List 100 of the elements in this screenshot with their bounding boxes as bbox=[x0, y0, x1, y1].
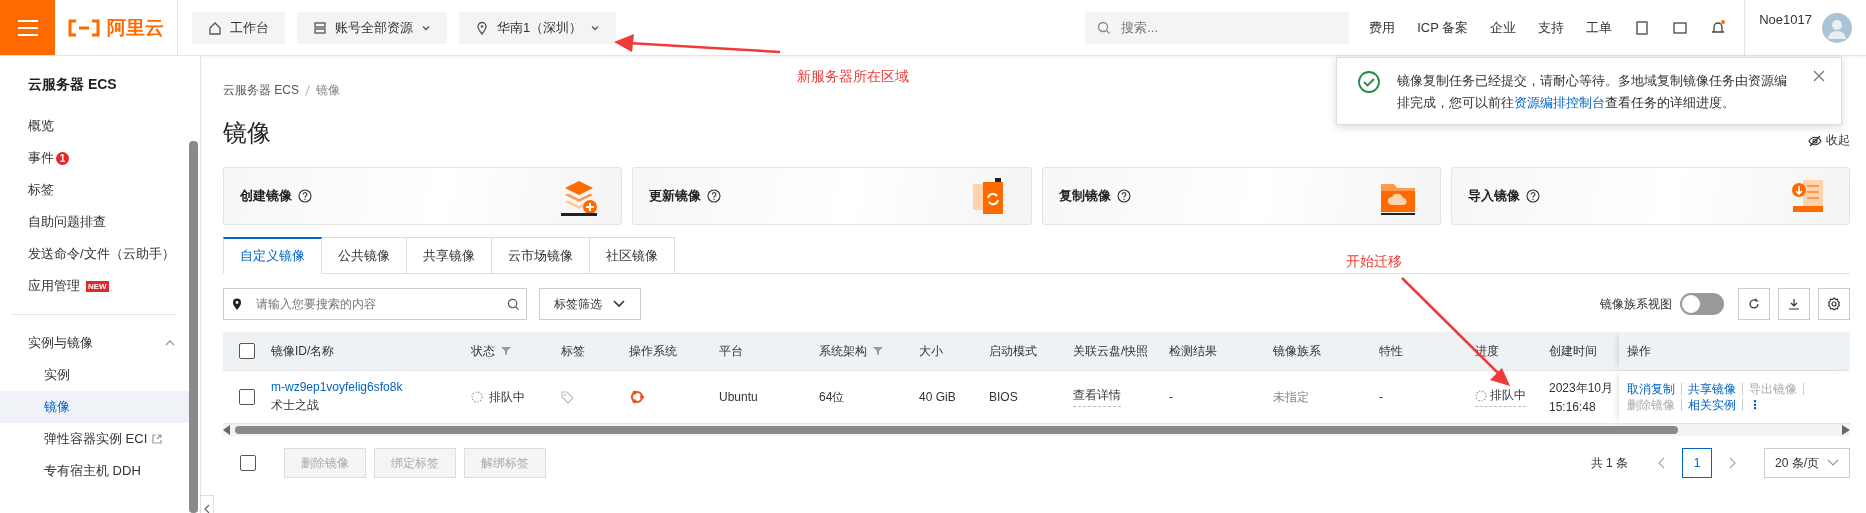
search-input[interactable]: 搜索... bbox=[1119, 19, 1338, 36]
tab[interactable]: 社区镜像 bbox=[590, 237, 675, 274]
nav-button[interactable]: 工作台 bbox=[192, 11, 285, 44]
page-button[interactable]: 1 bbox=[1682, 448, 1712, 478]
nav-button[interactable]: 账号全部资源 bbox=[297, 11, 447, 44]
checkbox[interactable] bbox=[239, 389, 255, 405]
table-cell: - bbox=[1169, 390, 1173, 404]
document-icon[interactable] bbox=[1634, 19, 1651, 36]
column-header: 操作 bbox=[1627, 342, 1651, 360]
location-pin-icon bbox=[230, 297, 244, 311]
sidebar-item[interactable]: 概览 bbox=[0, 110, 192, 142]
action-link[interactable]: 取消复制 bbox=[1627, 383, 1682, 395]
spinner-icon bbox=[1475, 389, 1487, 402]
column-header: 检测结果 bbox=[1169, 342, 1217, 360]
column-header: 标签 bbox=[561, 342, 585, 360]
breadcrumb-item[interactable]: 云服务器 ECS bbox=[223, 82, 299, 99]
action-card[interactable]: 更新镜像 bbox=[632, 167, 1032, 225]
top-nav-link[interactable]: 企业 bbox=[1490, 18, 1517, 37]
page-title: 镜像 bbox=[223, 118, 271, 148]
action-card[interactable]: 导入镜像 bbox=[1450, 167, 1850, 225]
ubuntu-logo-icon bbox=[629, 389, 645, 405]
user-name[interactable]: Noe1017 bbox=[1759, 12, 1812, 27]
scroll-right-icon[interactable] bbox=[1842, 425, 1850, 435]
top-nav-link[interactable]: 费用 bbox=[1369, 18, 1396, 37]
column-header: 镜像族系 bbox=[1273, 342, 1321, 360]
message-icon[interactable] bbox=[1672, 19, 1689, 36]
sidebar-item[interactable]: 弹性容器实例 ECI bbox=[0, 423, 192, 455]
sidebar-item[interactable]: 实例 bbox=[0, 359, 192, 391]
column-header: 关联云盘/快照 bbox=[1073, 342, 1149, 360]
nav-button[interactable]: 华南1（深圳） bbox=[459, 11, 617, 44]
filter-icon[interactable] bbox=[501, 346, 511, 356]
page-size-select[interactable]: 20 条/页 bbox=[1764, 448, 1850, 478]
details-link[interactable]: 查看详情 bbox=[1073, 387, 1121, 407]
tab[interactable]: 自定义镜像 bbox=[223, 237, 322, 274]
table-cell: 2023年10月 bbox=[1549, 380, 1614, 397]
spinner-icon bbox=[471, 391, 483, 403]
search-field[interactable]: 搜索... bbox=[1085, 11, 1350, 44]
sidebar-item[interactable]: 发送命令/文件（云助手） bbox=[0, 238, 192, 270]
refresh-button[interactable] bbox=[1738, 288, 1770, 320]
top-nav-link[interactable]: 工单 bbox=[1586, 18, 1613, 37]
column-header: 大小 bbox=[919, 342, 943, 360]
search-field[interactable]: 请输入您要搜索的内容 bbox=[223, 288, 527, 320]
checkbox[interactable] bbox=[239, 343, 255, 359]
tab[interactable]: 云市场镜像 bbox=[492, 237, 590, 274]
top-nav-link[interactable]: ICP 备案 bbox=[1417, 18, 1469, 37]
console-link[interactable]: 资源编排控制台 bbox=[1514, 95, 1605, 110]
column-header: 镜像ID/名称 bbox=[271, 342, 335, 360]
progress-status[interactable]: 排队中 bbox=[1475, 387, 1526, 407]
settings-button[interactable] bbox=[1818, 288, 1850, 320]
menu-button[interactable] bbox=[0, 0, 55, 55]
chevron-icon bbox=[203, 504, 211, 513]
table-cell: - bbox=[1379, 390, 1383, 404]
tab[interactable]: 公共镜像 bbox=[322, 237, 407, 274]
total-count: 共 1 条 bbox=[1590, 454, 1628, 472]
table-cell: 排队中 bbox=[489, 388, 525, 406]
toggle-switch[interactable] bbox=[1680, 293, 1724, 315]
action-link[interactable]: 共享镜像 bbox=[1682, 383, 1743, 395]
column-header: 操作系统 bbox=[629, 342, 677, 360]
search-icon[interactable] bbox=[507, 297, 520, 311]
tag-icon[interactable] bbox=[561, 390, 574, 404]
sidebar-item[interactable]: 专有宿主机 DDH bbox=[0, 455, 192, 487]
checkbox[interactable] bbox=[240, 455, 256, 471]
column-header: 特性 bbox=[1379, 342, 1403, 360]
help-icon bbox=[707, 189, 722, 203]
tag-filter-dropdown[interactable]: 标签筛选 bbox=[539, 288, 641, 320]
table-cell: 术士之战 bbox=[271, 397, 319, 414]
count-badge: 1 bbox=[56, 151, 69, 165]
sidebar-item[interactable]: 自助问题排查 bbox=[0, 206, 192, 238]
search-input[interactable]: 请输入您要搜索的内容 bbox=[254, 296, 497, 312]
sidebar-item[interactable]: 镜像 bbox=[0, 391, 192, 423]
image-id-link[interactable]: m-wz9ep1voyfelig6sfo8k bbox=[271, 380, 403, 394]
filter-icon[interactable] bbox=[873, 346, 883, 356]
column-header: 系统架构 bbox=[819, 342, 867, 360]
menu-icon bbox=[16, 18, 39, 37]
scroll-left-icon[interactable] bbox=[223, 425, 231, 435]
collapse-link[interactable]: 收起 bbox=[1808, 132, 1850, 149]
action-card[interactable]: 创建镜像 bbox=[223, 167, 623, 225]
download-icon bbox=[1787, 297, 1801, 311]
help-icon bbox=[298, 189, 312, 203]
scrollbar[interactable] bbox=[189, 141, 198, 513]
horizontal-scrollbar[interactable] bbox=[223, 424, 1850, 436]
action-card[interactable]: 复制镜像 bbox=[1041, 167, 1441, 225]
tab[interactable]: 共享镜像 bbox=[407, 237, 492, 274]
download-button[interactable] bbox=[1778, 288, 1810, 320]
sidebar-item[interactable]: 标签 bbox=[0, 174, 192, 206]
sidebar-item[interactable]: 应用管理 NEW bbox=[0, 270, 192, 302]
bell-icon[interactable] bbox=[1710, 19, 1727, 36]
close-icon[interactable] bbox=[1813, 70, 1825, 82]
table-cell: Ubuntu bbox=[719, 390, 758, 404]
success-icon bbox=[1357, 70, 1381, 94]
help-icon bbox=[1116, 189, 1131, 203]
top-nav-link[interactable]: 支持 bbox=[1538, 18, 1565, 37]
action-link[interactable]: ⋮ bbox=[1743, 399, 1767, 411]
column-header: 状态 bbox=[471, 342, 495, 360]
logo-text: 阿里云 bbox=[107, 15, 164, 40]
action-link[interactable]: 相关实例 bbox=[1682, 399, 1743, 411]
sidebar-item[interactable]: 事件 1 bbox=[0, 142, 192, 174]
chevron-left-icon bbox=[1658, 457, 1666, 469]
settings-icon bbox=[1827, 297, 1841, 311]
caret-icon bbox=[612, 299, 626, 309]
